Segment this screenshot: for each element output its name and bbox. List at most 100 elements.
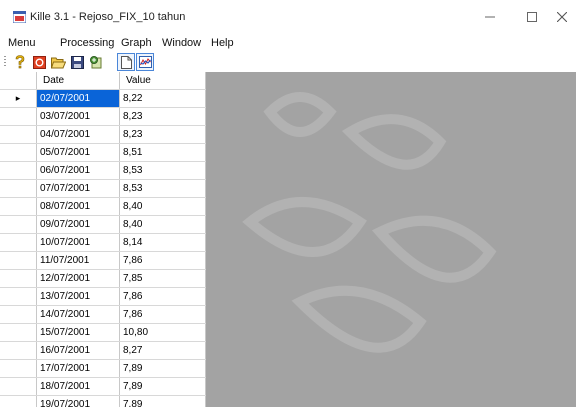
value-cell[interactable]: 8,14 [119,233,206,252]
table-row[interactable]: 12/07/2001 7,85 [0,269,206,288]
open-button[interactable] [50,54,66,70]
row-header[interactable] [0,107,37,126]
row-header[interactable] [0,305,37,324]
close-icon [557,12,567,22]
save-button[interactable] [69,54,85,70]
value-cell[interactable]: 7,86 [119,251,206,270]
column-header-value[interactable]: Value [119,72,206,90]
date-cell[interactable]: 15/07/2001 [36,323,120,342]
row-header[interactable] [0,395,37,407]
row-header[interactable] [0,215,37,234]
value-cell[interactable]: 7,86 [119,287,206,306]
table-row[interactable]: 03/07/2001 8,23 [0,107,206,126]
value-cell[interactable]: 7,89 [119,395,206,407]
value-cell[interactable]: 8,53 [119,179,206,198]
menu-processing[interactable]: Processing [60,37,114,49]
table-row[interactable]: 06/07/2001 8,53 [0,161,206,180]
date-cell[interactable]: 07/07/2001 [36,179,120,198]
date-cell[interactable]: 11/07/2001 [36,251,120,270]
table-row[interactable]: 07/07/2001 8,53 [0,179,206,198]
table-row[interactable]: 14/07/2001 7,86 [0,305,206,324]
menu-window[interactable]: Window [162,37,201,49]
value-cell[interactable]: 8,40 [119,215,206,234]
row-header[interactable] [0,287,37,306]
row-header[interactable] [0,341,37,360]
grid-header-row: Date Value [0,72,206,90]
table-row[interactable]: 18/07/2001 7,89 [0,377,206,396]
new-document-icon [120,55,132,69]
table-row[interactable]: ▸ 02/07/2001 8,22 [0,89,206,108]
table-row[interactable]: 15/07/2001 10,80 [0,323,206,342]
value-cell[interactable]: 8,51 [119,143,206,162]
value-cell[interactable]: 8,23 [119,125,206,144]
date-cell[interactable]: 16/07/2001 [36,341,120,360]
minimize-button[interactable] [476,8,504,26]
value-cell[interactable]: 7,89 [119,377,206,396]
export-button[interactable] [88,54,104,70]
value-cell[interactable]: 7,89 [119,359,206,378]
date-cell[interactable]: 08/07/2001 [36,197,120,216]
maximize-icon [527,12,537,22]
mdi-workspace: Date Value ▸ 02/07/2001 8,22 03/07/2001 8,23… [0,72,576,407]
value-cell[interactable]: 7,85 [119,269,206,288]
close-button[interactable] [548,8,576,26]
grid-corner[interactable] [0,72,37,90]
date-cell[interactable]: 10/07/2001 [36,233,120,252]
date-cell[interactable]: 02/07/2001 [36,89,120,108]
row-header[interactable]: ▸ [0,89,37,108]
table-row[interactable]: 11/07/2001 7,86 [0,251,206,270]
menu-graph[interactable]: Graph [121,37,152,49]
menu-help[interactable]: Help [211,37,234,49]
table-row[interactable]: 10/07/2001 8,14 [0,233,206,252]
row-header[interactable] [0,377,37,396]
date-cell[interactable]: 06/07/2001 [36,161,120,180]
date-cell[interactable]: 09/07/2001 [36,215,120,234]
table-row[interactable]: 05/07/2001 8,51 [0,143,206,162]
maximize-button[interactable] [518,8,546,26]
table-row[interactable]: 17/07/2001 7,89 [0,359,206,378]
help-icon [15,55,25,69]
row-header[interactable] [0,161,37,180]
row-header[interactable] [0,359,37,378]
value-cell[interactable]: 8,23 [119,107,206,126]
date-cell[interactable]: 14/07/2001 [36,305,120,324]
row-header[interactable] [0,125,37,144]
date-cell[interactable]: 12/07/2001 [36,269,120,288]
row-header[interactable] [0,233,37,252]
row-header[interactable] [0,179,37,198]
table-row[interactable]: 16/07/2001 8,27 [0,341,206,360]
value-cell[interactable]: 8,27 [119,341,206,360]
value-cell[interactable]: 8,40 [119,197,206,216]
date-cell[interactable]: 19/07/2001 [36,395,120,407]
new-document-button[interactable] [117,53,135,71]
row-header[interactable] [0,143,37,162]
toolbar-grip[interactable] [4,56,6,68]
value-cell[interactable]: 8,53 [119,161,206,180]
data-grid[interactable]: Date Value ▸ 02/07/2001 8,22 03/07/2001 8,23… [0,72,206,407]
date-cell[interactable]: 18/07/2001 [36,377,120,396]
table-row[interactable]: 08/07/2001 8,40 [0,197,206,216]
value-cell[interactable]: 10,80 [119,323,206,342]
table-row[interactable]: 19/07/2001 7,89 [0,395,206,407]
value-cell[interactable]: 8,22 [119,89,206,108]
graph-button[interactable] [136,53,154,71]
date-cell[interactable]: 03/07/2001 [36,107,120,126]
table-row[interactable]: 04/07/2001 8,23 [0,125,206,144]
menu-menu[interactable]: Menu [8,37,36,49]
date-cell[interactable]: 04/07/2001 [36,125,120,144]
value-cell[interactable]: 7,86 [119,305,206,324]
row-header[interactable] [0,251,37,270]
row-header[interactable] [0,269,37,288]
table-row[interactable]: 09/07/2001 8,40 [0,215,206,234]
column-header-date[interactable]: Date [36,72,120,90]
date-cell[interactable]: 13/07/2001 [36,287,120,306]
help-button[interactable] [12,54,28,70]
title-bar[interactable]: Kille 3.1 - Rejoso_FIX_10 tahun [0,0,576,34]
stop-button[interactable] [31,54,47,70]
date-cell[interactable]: 05/07/2001 [36,143,120,162]
row-header[interactable] [0,323,37,342]
row-header[interactable] [0,197,37,216]
date-cell[interactable]: 17/07/2001 [36,359,120,378]
open-folder-icon [50,57,66,68]
table-row[interactable]: 13/07/2001 7,86 [0,287,206,306]
